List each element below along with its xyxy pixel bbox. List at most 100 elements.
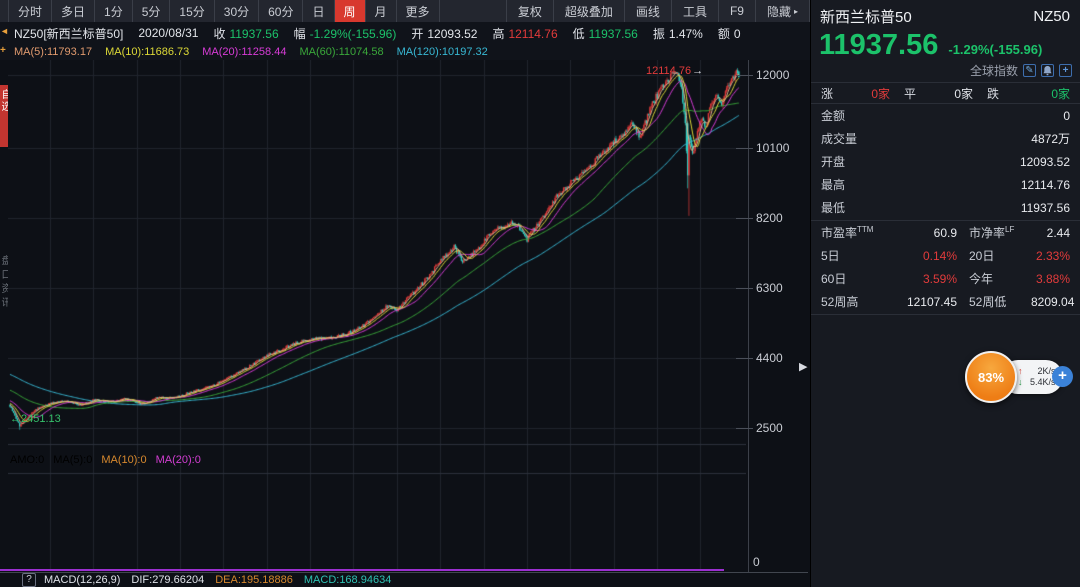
perf-5d-value: 0.14% (887, 249, 957, 263)
ma60-legend: MA(60):11074.58 (299, 46, 383, 58)
edit-icon[interactable]: ✎ (1023, 64, 1036, 77)
price-bar: 11937.56 -1.29%(-155.96) (811, 27, 1080, 62)
tool-adjust[interactable]: 复权 (507, 0, 554, 22)
open-row: 开盘 12093.52 (811, 150, 1080, 173)
tab-60min[interactable]: 60分 (259, 0, 303, 22)
upload-speed: 2K/s (1026, 366, 1056, 377)
panel-divider (811, 314, 1080, 315)
tab-1min[interactable]: 1分 (95, 0, 133, 22)
panel-collapse-arrow-icon[interactable]: ▶ (799, 360, 807, 373)
pe-value: 60.9 (887, 226, 957, 240)
add-icon[interactable]: + (1059, 64, 1072, 77)
amount-label: 额 (718, 27, 730, 41)
globe-row: 全球指数 ✎ + (811, 62, 1080, 82)
amo-value: AMO:0 (10, 454, 44, 466)
symbol-name: NZ50[新西兰标普50] (14, 25, 123, 42)
close-label: 收 (213, 27, 225, 41)
tool-overlay[interactable]: 超级叠加 (554, 0, 625, 22)
advance-decline-row: 涨0家 平0家 跌0家 (811, 82, 1080, 104)
tab-15min[interactable]: 15分 (170, 0, 214, 22)
progress-badge[interactable]: 83% (965, 351, 1017, 403)
perf-60d-value: 3.59% (887, 272, 957, 286)
ma20-legend: MA(20):11258.44 (202, 46, 286, 58)
amount-value: 0 (734, 27, 741, 41)
macd-title[interactable]: MACD(12,26,9) (44, 574, 120, 586)
ma120-legend: MA(120):10197.32 (397, 46, 488, 58)
perf-5d-20d-row: 5日 0.14% 20日 2.33% (811, 244, 1080, 267)
download-speed: 5.4K/s (1026, 377, 1056, 388)
week52-low-label: 52周低 (957, 293, 1031, 310)
advancers-value: 0家 (871, 85, 890, 102)
macd-status-bar: ? MACD(12,26,9) DIF:279.66204 DEA:195.18… (0, 573, 810, 587)
advancers-label: 涨 (821, 85, 833, 102)
perf-20d-label: 20日 (957, 247, 1031, 264)
main-chart-canvas[interactable] (8, 60, 746, 570)
macd-dif: DIF:279.66204 (131, 574, 204, 586)
high-row-label: 最高 (821, 176, 845, 193)
pe-pb-row: 市盈率TTM 60.9 市净率LF 2.44 (811, 221, 1080, 244)
week52-low-value: 8209.04 (1031, 295, 1074, 309)
last-price: 11937.56 (819, 29, 938, 62)
period-tabs: 分时 多日 1分 5分 15分 30分 60分 日 周 月 更多 (8, 0, 440, 22)
tab-weekly[interactable]: 周 (335, 0, 366, 22)
low-value: 11937.56 (589, 27, 638, 41)
globe-label[interactable]: 全球指数 (970, 62, 1018, 79)
help-icon[interactable]: ? (22, 573, 36, 587)
tab-multiday[interactable]: 多日 (52, 0, 95, 22)
low-row-value: 11937.56 (1021, 201, 1070, 215)
pb-value: 2.44 (1031, 226, 1070, 240)
open-label: 开 (411, 27, 423, 41)
week52-high-label: 52周高 (821, 293, 887, 310)
down-arrow-icon: ↓ (1018, 377, 1023, 388)
panel-code: NZ50 (1033, 8, 1070, 25)
tool-f9[interactable]: F9 (719, 0, 756, 22)
tab-30min[interactable]: 30分 (215, 0, 259, 22)
high-annotation-arrow-icon: → (692, 65, 703, 77)
decliners: 跌0家 (987, 85, 1070, 102)
amplitude-field: 振1.47% (653, 25, 703, 42)
tab-more[interactable]: 更多 (397, 0, 440, 22)
add-task-button[interactable]: + (1052, 366, 1073, 387)
pe-label: 市盈率TTM (821, 224, 887, 241)
price-change: -1.29%(-155.96) (948, 42, 1042, 57)
week52-high-value: 12107.45 (887, 295, 957, 309)
amo-ma20: MA(20):0 (156, 454, 201, 466)
decliners-label: 跌 (987, 85, 999, 102)
perf-60d-ytd-row: 60日 3.59% 今年 3.88% (811, 267, 1080, 290)
volume-row: 成交量4872万 (811, 127, 1080, 150)
volume-row-label: 成交量 (821, 130, 857, 147)
tab-minute[interactable]: 分时 (9, 0, 52, 22)
amo-ma10: MA(10):0 (101, 454, 146, 466)
perf-5d-label: 5日 (821, 247, 887, 264)
pb-label: 市净率LF (957, 224, 1031, 241)
quote-info-bar: NZ50[新西兰标普50] 2020/08/31 收11937.56 幅-1.2… (0, 22, 810, 44)
tab-monthly[interactable]: 月 (366, 0, 397, 22)
period-toolbar: 分时 多日 1分 5分 15分 30分 60分 日 周 月 更多 复权 超级叠加… (0, 0, 810, 23)
tool-drawline[interactable]: 画线 (625, 0, 672, 22)
high-annotation-value: 12114.76 (646, 65, 691, 77)
hide-arrow-icon: ▸ (794, 7, 798, 16)
amo-ma5: MA(5):0 (53, 454, 92, 466)
unchanged: 平0家 (904, 85, 987, 102)
change-field: 幅-1.29%(-155.96) (294, 25, 397, 42)
axis-label-6300: 6300 (756, 281, 783, 295)
low-row-label: 最低 (821, 199, 845, 216)
perf-20d-value: 2.33% (1031, 249, 1070, 263)
amount-row-value: 0 (1063, 109, 1070, 123)
low-field: 低 11937.56 (573, 25, 638, 42)
tab-5min[interactable]: 5分 (133, 0, 171, 22)
alert-bell-icon[interactable] (1041, 64, 1054, 77)
perf-ytd-value: 3.88% (1031, 272, 1070, 286)
low-label: 低 (573, 27, 585, 41)
tool-hide[interactable]: 隐藏▸ (756, 0, 810, 22)
advancers: 涨 0家 (821, 85, 904, 102)
open-row-value: 12093.52 (1020, 155, 1070, 169)
chart-tools: 复权 超级叠加 画线 工具 F9 隐藏▸ (506, 0, 810, 22)
amo-axis-zero: 0 (753, 555, 760, 569)
tool-toolbox[interactable]: 工具 (672, 0, 719, 22)
tab-daily[interactable]: 日 (303, 0, 334, 22)
unchanged-value: 0家 (954, 85, 973, 102)
open-row-label: 开盘 (821, 153, 845, 170)
amplitude-value: 1.47% (669, 27, 703, 41)
left-red-tab[interactable]: 自选 (0, 85, 8, 147)
